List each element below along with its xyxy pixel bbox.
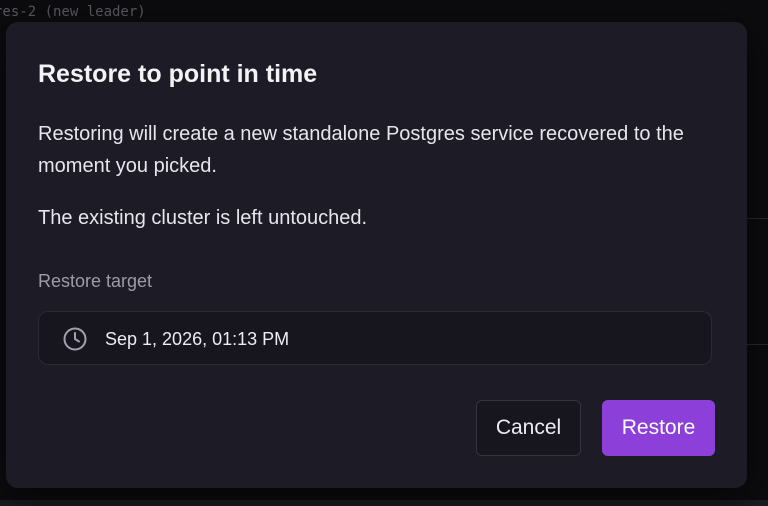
dialog-title: Restore to point in time — [38, 60, 318, 88]
restore-target-datetime-field[interactable]: Sep 1, 2026, 01:13 PM — [38, 311, 712, 365]
restore-button[interactable]: Restore — [602, 400, 715, 456]
restore-target-label: Restore target — [38, 271, 153, 291]
dialog-note: The existing cluster is left untouched. — [38, 207, 368, 229]
background-bottom-bar — [0, 500, 768, 506]
restore-dialog: Restore to point in time Restoring will … — [6, 22, 747, 488]
background-divider — [745, 344, 768, 345]
background-divider — [745, 218, 768, 219]
cancel-button[interactable]: Cancel — [476, 400, 581, 456]
restore-target-value: Sep 1, 2026, 01:13 PM — [105, 329, 290, 349]
background-terminal-line: res-2 (new leader) — [0, 4, 146, 20]
dialog-description: Restoring will create a new standalone P… — [38, 123, 684, 177]
clock-icon — [63, 327, 87, 351]
